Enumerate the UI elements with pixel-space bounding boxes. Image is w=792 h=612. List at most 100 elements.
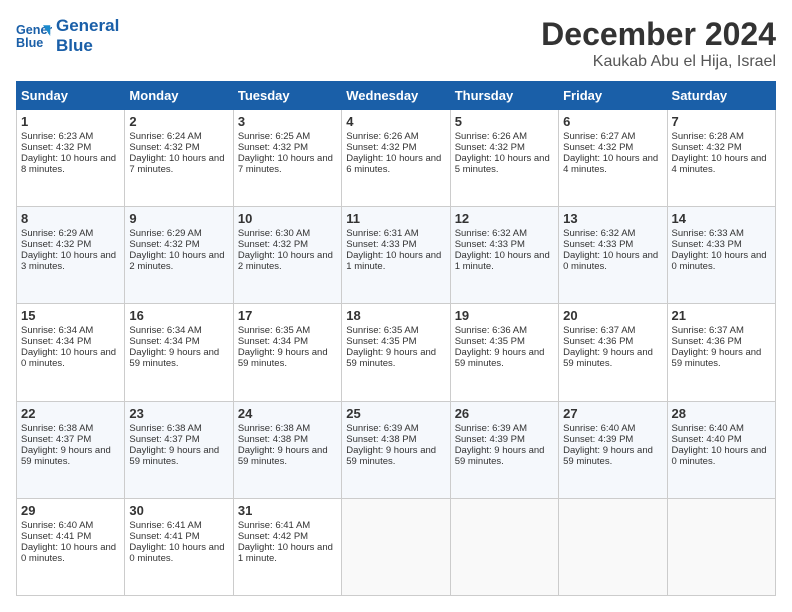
day-number: 21 [672,308,771,323]
sunrise-label: Sunrise: 6:29 AM [21,228,93,239]
day-cell: 4 Sunrise: 6:26 AM Sunset: 4:32 PM Dayli… [342,110,450,207]
day-number: 24 [238,406,337,421]
sunset-label: Sunset: 4:42 PM [238,531,308,542]
sunrise-label: Sunrise: 6:40 AM [672,423,744,434]
sunset-label: Sunset: 4:33 PM [455,239,525,250]
daylight-label: Daylight: 9 hours and 59 minutes. [672,347,762,369]
logo-icon: General Blue [16,18,52,54]
day-cell [342,498,450,595]
day-header-friday: Friday [559,82,667,110]
day-cell [450,498,558,595]
daylight-label: Daylight: 9 hours and 59 minutes. [129,445,219,467]
day-number: 28 [672,406,771,421]
daylight-label: Daylight: 10 hours and 0 minutes. [672,250,767,272]
sunrise-label: Sunrise: 6:33 AM [672,228,744,239]
sunset-label: Sunset: 4:32 PM [238,142,308,153]
sunset-label: Sunset: 4:32 PM [455,142,525,153]
sunset-label: Sunset: 4:38 PM [346,434,416,445]
calendar-title: December 2024 [541,16,776,53]
logo-line1: General [56,16,119,36]
sunset-label: Sunset: 4:34 PM [238,336,308,347]
sunrise-label: Sunrise: 6:25 AM [238,131,310,142]
sunrise-label: Sunrise: 6:40 AM [21,520,93,531]
daylight-label: Daylight: 10 hours and 0 minutes. [563,250,658,272]
sunset-label: Sunset: 4:32 PM [563,142,633,153]
day-cell: 30 Sunrise: 6:41 AM Sunset: 4:41 PM Dayl… [125,498,233,595]
week-row-4: 22 Sunrise: 6:38 AM Sunset: 4:37 PM Dayl… [17,401,776,498]
sunrise-label: Sunrise: 6:41 AM [129,520,201,531]
day-number: 16 [129,308,228,323]
daylight-label: Daylight: 10 hours and 8 minutes. [21,153,116,175]
day-number: 29 [21,503,120,518]
daylight-label: Daylight: 10 hours and 1 minute. [238,542,333,564]
sunset-label: Sunset: 4:32 PM [346,142,416,153]
title-block: December 2024 Kaukab Abu el Hija, Israel [541,16,776,71]
sunrise-label: Sunrise: 6:40 AM [563,423,635,434]
sunset-label: Sunset: 4:39 PM [563,434,633,445]
day-cell: 19 Sunrise: 6:36 AM Sunset: 4:35 PM Dayl… [450,304,558,401]
day-cell: 13 Sunrise: 6:32 AM Sunset: 4:33 PM Dayl… [559,207,667,304]
daylight-label: Daylight: 9 hours and 59 minutes. [129,347,219,369]
day-cell: 9 Sunrise: 6:29 AM Sunset: 4:32 PM Dayli… [125,207,233,304]
day-number: 26 [455,406,554,421]
day-cell: 16 Sunrise: 6:34 AM Sunset: 4:34 PM Dayl… [125,304,233,401]
day-cell: 27 Sunrise: 6:40 AM Sunset: 4:39 PM Dayl… [559,401,667,498]
day-cell: 15 Sunrise: 6:34 AM Sunset: 4:34 PM Dayl… [17,304,125,401]
sunset-label: Sunset: 4:34 PM [21,336,91,347]
day-cell: 7 Sunrise: 6:28 AM Sunset: 4:32 PM Dayli… [667,110,775,207]
sunrise-label: Sunrise: 6:30 AM [238,228,310,239]
day-cell: 23 Sunrise: 6:38 AM Sunset: 4:37 PM Dayl… [125,401,233,498]
day-number: 9 [129,211,228,226]
page: General Blue General Blue December 2024 … [0,0,792,612]
day-number: 23 [129,406,228,421]
day-cell: 29 Sunrise: 6:40 AM Sunset: 4:41 PM Dayl… [17,498,125,595]
sunset-label: Sunset: 4:37 PM [21,434,91,445]
day-cell: 24 Sunrise: 6:38 AM Sunset: 4:38 PM Dayl… [233,401,341,498]
day-number: 25 [346,406,445,421]
daylight-label: Daylight: 10 hours and 2 minutes. [129,250,224,272]
sunrise-label: Sunrise: 6:26 AM [346,131,418,142]
daylight-label: Daylight: 9 hours and 59 minutes. [346,445,436,467]
sunrise-label: Sunrise: 6:34 AM [21,325,93,336]
daylight-label: Daylight: 10 hours and 4 minutes. [563,153,658,175]
sunset-label: Sunset: 4:41 PM [129,531,199,542]
day-cell: 6 Sunrise: 6:27 AM Sunset: 4:32 PM Dayli… [559,110,667,207]
day-header-sunday: Sunday [17,82,125,110]
day-cell: 11 Sunrise: 6:31 AM Sunset: 4:33 PM Dayl… [342,207,450,304]
sunset-label: Sunset: 4:36 PM [563,336,633,347]
daylight-label: Daylight: 9 hours and 59 minutes. [238,445,328,467]
sunset-label: Sunset: 4:35 PM [346,336,416,347]
daylight-label: Daylight: 10 hours and 4 minutes. [672,153,767,175]
day-header-thursday: Thursday [450,82,558,110]
day-number: 14 [672,211,771,226]
sunset-label: Sunset: 4:32 PM [21,239,91,250]
sunset-label: Sunset: 4:35 PM [455,336,525,347]
sunrise-label: Sunrise: 6:26 AM [455,131,527,142]
sunrise-label: Sunrise: 6:35 AM [238,325,310,336]
day-cell [667,498,775,595]
sunrise-label: Sunrise: 6:37 AM [672,325,744,336]
sunset-label: Sunset: 4:36 PM [672,336,742,347]
daylight-label: Daylight: 10 hours and 2 minutes. [238,250,333,272]
week-row-1: 1 Sunrise: 6:23 AM Sunset: 4:32 PM Dayli… [17,110,776,207]
sunrise-label: Sunrise: 6:28 AM [672,131,744,142]
daylight-label: Daylight: 10 hours and 0 minutes. [21,542,116,564]
day-header-saturday: Saturday [667,82,775,110]
sunrise-label: Sunrise: 6:29 AM [129,228,201,239]
daylight-label: Daylight: 10 hours and 1 minute. [455,250,550,272]
day-cell: 12 Sunrise: 6:32 AM Sunset: 4:33 PM Dayl… [450,207,558,304]
sunset-label: Sunset: 4:33 PM [346,239,416,250]
sunset-label: Sunset: 4:32 PM [129,142,199,153]
day-number: 1 [21,114,120,129]
calendar-header-row: SundayMondayTuesdayWednesdayThursdayFrid… [17,82,776,110]
sunrise-label: Sunrise: 6:35 AM [346,325,418,336]
day-cell: 25 Sunrise: 6:39 AM Sunset: 4:38 PM Dayl… [342,401,450,498]
day-number: 20 [563,308,662,323]
daylight-label: Daylight: 10 hours and 0 minutes. [129,542,224,564]
day-header-monday: Monday [125,82,233,110]
sunset-label: Sunset: 4:32 PM [672,142,742,153]
daylight-label: Daylight: 10 hours and 5 minutes. [455,153,550,175]
daylight-label: Daylight: 9 hours and 59 minutes. [563,347,653,369]
sunset-label: Sunset: 4:41 PM [21,531,91,542]
day-number: 11 [346,211,445,226]
